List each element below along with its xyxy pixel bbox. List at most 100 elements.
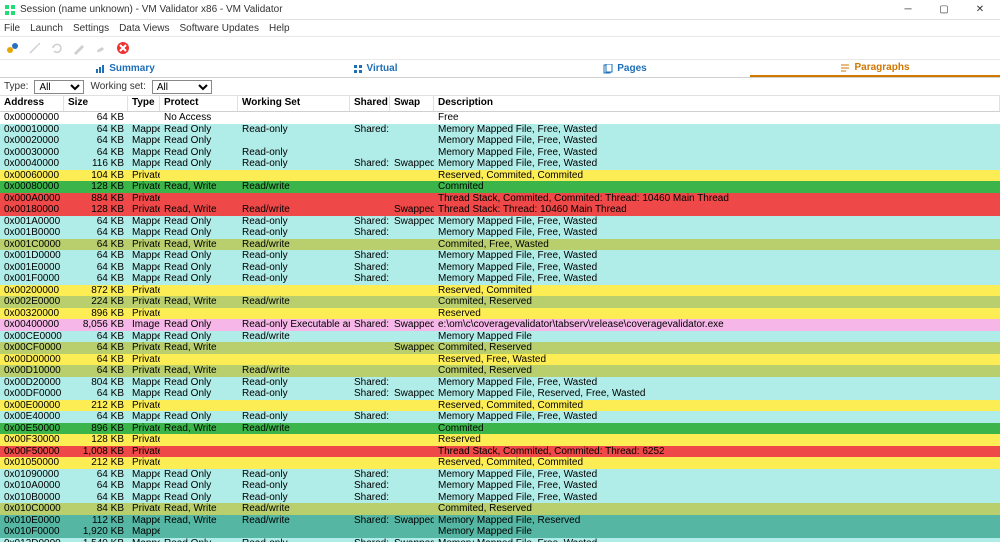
table-row[interactable]: 0x00200000872 KBPrivateReserved, Commite… — [0, 285, 1000, 297]
col-size[interactable]: Size — [64, 96, 128, 111]
cell-protect: Read Only — [160, 469, 238, 480]
table-row[interactable]: 0x00DF000064 KBMappedRead OnlyRead-onlyS… — [0, 388, 1000, 400]
cell-type: Mapped — [128, 158, 160, 169]
refresh-icon[interactable] — [48, 39, 66, 57]
table-row[interactable]: 0x00E00000212 KBPrivateReserved, Commite… — [0, 400, 1000, 412]
tab-summary[interactable]: Summary — [0, 60, 250, 77]
col-address[interactable]: Address — [0, 96, 64, 111]
cell-type: Private — [128, 308, 160, 319]
table-row[interactable]: 0x00320000896 KBPrivateReserved — [0, 308, 1000, 320]
table-row[interactable]: 0x001A000064 KBMappedRead OnlyRead-onlyS… — [0, 216, 1000, 228]
maximize-button[interactable]: ▢ — [932, 4, 956, 15]
tab-pages[interactable]: Pages — [500, 60, 750, 77]
menu-launch[interactable]: Launch — [30, 23, 63, 34]
table-row[interactable]: 0x0109000064 KBMappedRead OnlyRead-onlyS… — [0, 469, 1000, 481]
table-row[interactable]: 0x001C000064 KBPrivateRead, WriteRead/wr… — [0, 239, 1000, 251]
data-table[interactable]: Address Size Type Protect Working Set Sh… — [0, 96, 1000, 542]
cell-size: 1,540 KB — [64, 538, 128, 542]
cell-size: 128 KB — [64, 204, 128, 215]
table-row[interactable]: 0x0002000064 KBMappedRead OnlyMemory Map… — [0, 135, 1000, 147]
close-button[interactable]: ✕ — [968, 4, 992, 15]
table-row[interactable]: 0x0001000064 KBMappedRead OnlyRead-onlyS… — [0, 124, 1000, 136]
cell-address: 0x00D00000 — [0, 354, 64, 365]
pencil-icon[interactable] — [70, 39, 88, 57]
menu-file[interactable]: File — [4, 23, 20, 34]
filter-type-select[interactable]: All — [34, 80, 84, 94]
cell-type: Private — [128, 170, 160, 181]
menu-settings[interactable]: Settings — [73, 23, 109, 34]
tab-virtual[interactable]: Virtual — [250, 60, 500, 77]
menubar: File Launch Settings Data Views Software… — [0, 20, 1000, 36]
cell-protect: Read Only — [160, 377, 238, 388]
cell-size: 896 KB — [64, 423, 128, 434]
table-row[interactable]: 0x010B000064 KBMappedRead OnlyRead-onlyS… — [0, 492, 1000, 504]
table-row[interactable]: 0x0003000064 KBMappedRead OnlyRead-onlyM… — [0, 147, 1000, 159]
cell-protect: Read Only — [160, 319, 238, 330]
table-row[interactable]: 0x00E50000896 KBPrivateRead, WriteRead/w… — [0, 423, 1000, 435]
cell-protect: Read Only — [160, 331, 238, 342]
cell-size: 212 KB — [64, 457, 128, 468]
table-row[interactable]: 0x01050000212 KBPrivateReserved, Commite… — [0, 457, 1000, 469]
menu-software-updates[interactable]: Software Updates — [179, 23, 259, 34]
col-swap[interactable]: Swap — [390, 96, 434, 111]
table-row[interactable]: 0x00F30000128 KBPrivateReserved — [0, 434, 1000, 446]
table-row[interactable]: 0x00F500001,008 KBPrivateThread Stack, C… — [0, 446, 1000, 458]
menu-help[interactable]: Help — [269, 23, 290, 34]
col-workingset[interactable]: Working Set — [238, 96, 350, 111]
table-row[interactable]: 0x000A0000884 KBPrivateThread Stack, Com… — [0, 193, 1000, 205]
table-row[interactable]: 0x004000008,056 KBImageRead OnlyRead-onl… — [0, 319, 1000, 331]
minimize-button[interactable]: ─ — [896, 4, 920, 15]
cell-description: Thread Stack: Thread: 10460 Main Thread — [434, 204, 1000, 215]
tab-paragraphs[interactable]: Paragraphs — [750, 60, 1000, 77]
wand-icon[interactable] — [26, 39, 44, 57]
brush-icon[interactable] — [92, 39, 110, 57]
cell-type: Mapped — [128, 538, 160, 542]
table-row[interactable]: 0x00D0000064 KBPrivateReserved, Free, Wa… — [0, 354, 1000, 366]
table-row[interactable]: 0x002E0000224 KBPrivateRead, WriteRead/w… — [0, 296, 1000, 308]
cell-type: Private — [128, 296, 160, 307]
table-row[interactable]: 0x001B000064 KBMappedRead OnlyRead-onlyS… — [0, 227, 1000, 239]
table-row[interactable]: 0x0000000064 KBNo AccessFree — [0, 112, 1000, 124]
tab-label: Pages — [617, 63, 646, 74]
table-row[interactable]: 0x012D00001,540 KBMappedRead OnlyRead-on… — [0, 538, 1000, 542]
table-row[interactable]: 0x00180000128 KBPrivateRead, WriteRead/w… — [0, 204, 1000, 216]
cell-swap: Swapped: 3 — [390, 538, 434, 542]
cell-address: 0x00E00000 — [0, 400, 64, 411]
table-row[interactable]: 0x00D20000804 KBMappedRead OnlyRead-only… — [0, 377, 1000, 389]
gears-icon[interactable] — [4, 39, 22, 57]
table-row[interactable]: 0x00060000104 KBPrivateReserved, Commite… — [0, 170, 1000, 182]
cell-address: 0x00DF0000 — [0, 388, 64, 399]
cell-size: 64 KB — [64, 331, 128, 342]
cell-workingset: Read-only — [238, 158, 350, 169]
cell-description: Commited, Reserved — [434, 342, 1000, 353]
col-description[interactable]: Description — [434, 96, 1000, 111]
col-type[interactable]: Type — [128, 96, 160, 111]
col-shared[interactable]: Shared — [350, 96, 390, 111]
cell-shared: Shared: 49 — [350, 377, 390, 388]
table-row[interactable]: 0x001F000064 KBMappedRead OnlyRead-onlyS… — [0, 273, 1000, 285]
cell-description: e:\om\c\coveragevalidator\tabserv\releas… — [434, 319, 1000, 330]
table-row[interactable]: 0x00CF000064 KBPrivateRead, WriteSwapped… — [0, 342, 1000, 354]
col-protect[interactable]: Protect — [160, 96, 238, 111]
cell-description: Thread Stack, Commited, Commited: Thread… — [434, 446, 1000, 457]
table-row[interactable]: 0x00040000116 KBMappedRead OnlyRead-only… — [0, 158, 1000, 170]
menu-data-views[interactable]: Data Views — [119, 23, 169, 34]
filter-ws-select[interactable]: All — [152, 80, 212, 94]
table-row[interactable]: 0x001D000064 KBMappedRead OnlyRead-onlyS… — [0, 250, 1000, 262]
cell-address: 0x00060000 — [0, 170, 64, 181]
error-icon[interactable] — [114, 39, 132, 57]
table-row[interactable]: 0x00E4000064 KBMappedRead OnlyRead-onlyS… — [0, 411, 1000, 423]
cell-type: Mapped — [128, 411, 160, 422]
table-row[interactable]: 0x010F00001,920 KBMappedMemory Mapped Fi… — [0, 526, 1000, 538]
table-row[interactable]: 0x010A000064 KBMappedRead OnlyRead-onlyS… — [0, 480, 1000, 492]
table-row[interactable]: 0x00080000128 KBPrivateRead, WriteRead/w… — [0, 181, 1000, 193]
table-row[interactable]: 0x001E000064 KBMappedRead OnlyRead-onlyS… — [0, 262, 1000, 274]
cell-protect: Read, Write — [160, 204, 238, 215]
table-row[interactable]: 0x00CE000064 KBMappedRead OnlyRead/write… — [0, 331, 1000, 343]
table-row[interactable]: 0x010E0000112 KBMappedRead, WriteRead/wr… — [0, 515, 1000, 527]
table-row[interactable]: 0x00D1000064 KBPrivateRead, WriteRead/wr… — [0, 365, 1000, 377]
cell-protect: Read Only — [160, 216, 238, 227]
cell-size: 116 KB — [64, 158, 128, 169]
table-row[interactable]: 0x010C000084 KBPrivateRead, WriteRead/wr… — [0, 503, 1000, 515]
cell-address: 0x001F0000 — [0, 273, 64, 284]
